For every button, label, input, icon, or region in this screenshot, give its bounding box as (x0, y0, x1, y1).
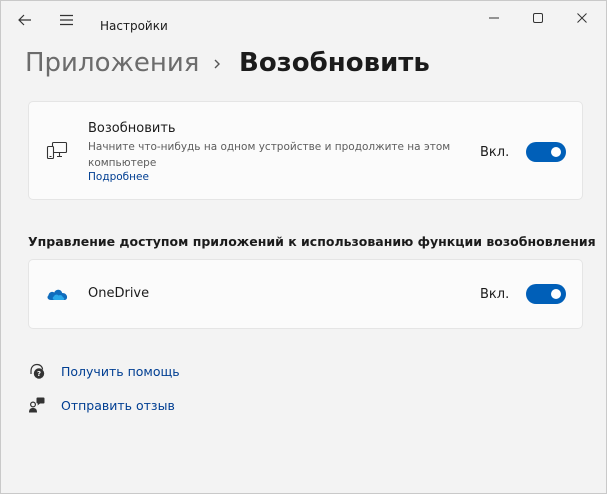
app-access-card: OneDrive Вкл. (28, 259, 583, 329)
onedrive-cloud-icon (46, 286, 68, 305)
maximize-icon[interactable] (527, 7, 549, 29)
help-chat-icon: ? (28, 362, 46, 384)
feedback-person-icon (28, 396, 46, 418)
devices-icon (46, 141, 68, 165)
chevron-right-icon (212, 56, 222, 75)
hamburger-menu-icon[interactable] (53, 7, 79, 33)
resume-title: Возобновить (88, 121, 176, 136)
app-access-section-title: Управление доступом приложений к использ… (28, 234, 596, 249)
toggle-knob (551, 289, 561, 299)
breadcrumb-parent-link[interactable]: Приложения (25, 48, 199, 78)
minimize-icon[interactable] (483, 7, 505, 29)
back-arrow-icon[interactable] (12, 7, 38, 33)
onedrive-toggle[interactable] (526, 284, 566, 304)
resume-toggle[interactable] (526, 142, 566, 162)
get-help-label: Получить помощь (61, 364, 180, 379)
page-title: Возобновить (239, 48, 430, 78)
app-name: OneDrive (88, 286, 150, 301)
toggle-knob (551, 147, 561, 157)
close-icon[interactable] (571, 7, 593, 29)
app-toggle-state: Вкл. (480, 287, 510, 302)
settings-window: Настройки Приложения Возобновить Возобно… (0, 0, 607, 494)
resume-description: Начните что-нибудь на одном устройстве и… (88, 141, 451, 169)
resume-setting-card: Возобновить Начните что-нибудь на одном … (28, 101, 583, 200)
send-feedback-label: Отправить отзыв (61, 398, 175, 413)
learn-more-link[interactable]: Подробнее (88, 171, 149, 183)
svg-text:?: ? (37, 370, 41, 378)
title-bar: Настройки (1, 1, 606, 37)
app-title: Настройки (100, 19, 168, 33)
resume-toggle-state: Вкл. (480, 145, 510, 160)
